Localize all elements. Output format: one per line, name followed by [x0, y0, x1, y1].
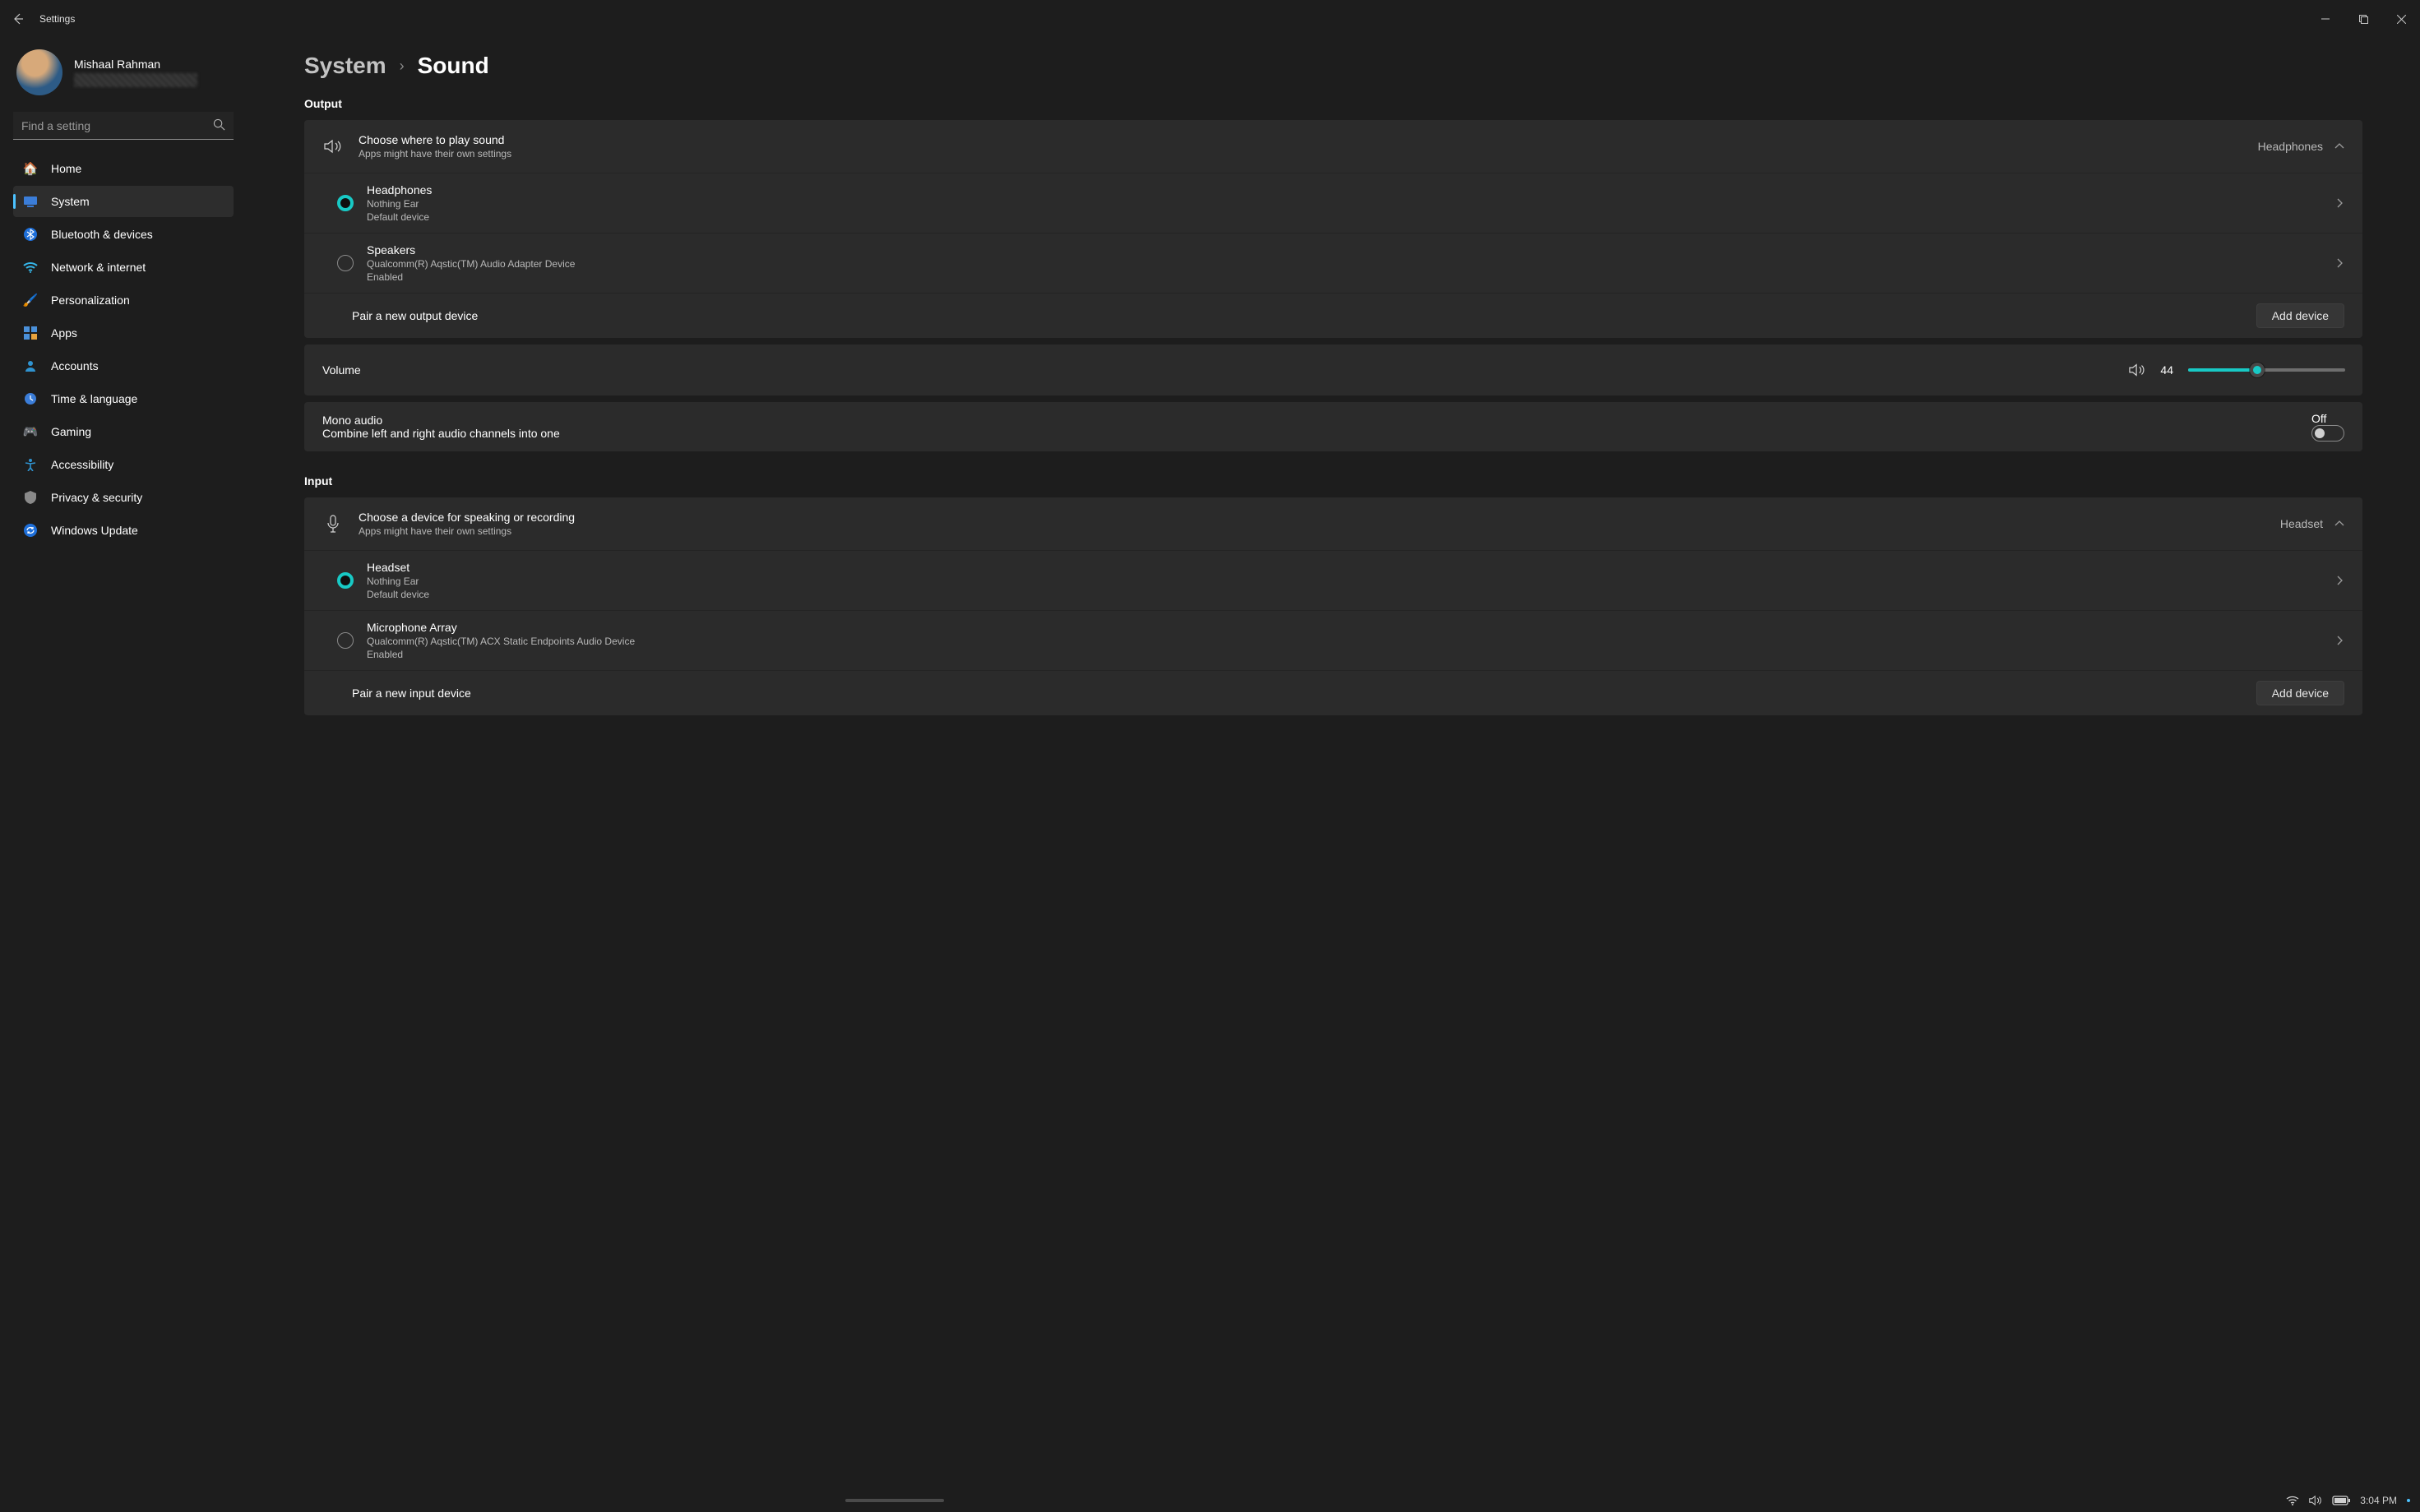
choose-output-sub: Apps might have their own settings [359, 148, 2243, 160]
titlebar: Settings [0, 0, 2420, 38]
chevron-right-icon: › [400, 58, 405, 75]
minimize-button[interactable] [2307, 0, 2344, 38]
sidebar: Mishaal Rahman 🏠Home System Bluetooth & … [0, 38, 247, 1489]
chevron-up-icon [2334, 519, 2344, 529]
chevron-right-icon [2334, 636, 2344, 645]
mono-audio-row[interactable]: Mono audio Combine left and right audio … [304, 402, 2362, 451]
breadcrumb-parent[interactable]: System [304, 53, 386, 79]
nav-system[interactable]: System [13, 186, 234, 217]
mono-state: Off [2311, 412, 2326, 425]
home-icon: 🏠 [23, 161, 38, 176]
choose-input-title: Choose a device for speaking or recordin… [359, 511, 2265, 524]
nav-update[interactable]: Windows Update [13, 515, 234, 546]
clock-icon [23, 391, 38, 406]
output-choose-group: Choose where to play sound Apps might ha… [304, 120, 2362, 338]
nav-bluetooth[interactable]: Bluetooth & devices [13, 219, 234, 250]
radio-selected-icon[interactable] [337, 572, 354, 589]
choose-input-sub: Apps might have their own settings [359, 525, 2265, 537]
volume-row: Volume 44 [304, 344, 2362, 395]
tray-time[interactable]: 3:04 PM [2360, 1495, 2397, 1506]
update-icon [23, 523, 38, 538]
nav-home[interactable]: 🏠Home [13, 153, 234, 184]
nav-accessibility[interactable]: Accessibility [13, 449, 234, 480]
input-device-micarray[interactable]: Microphone Array Qualcomm(R) Aqstic(TM) … [304, 610, 2362, 670]
volume-slider[interactable] [2188, 368, 2344, 372]
profile-sub-redacted [74, 73, 197, 87]
bluetooth-icon [23, 227, 38, 242]
nav-network[interactable]: Network & internet [13, 252, 234, 283]
system-tray[interactable]: 3:04 PM [2286, 1495, 2410, 1506]
search-icon [213, 118, 225, 131]
gaming-icon: 🎮 [23, 424, 38, 439]
output-device-speakers[interactable]: Speakers Qualcomm(R) Aqstic(TM) Audio Ad… [304, 233, 2362, 293]
pair-output-row: Pair a new output device Add device [304, 293, 2362, 338]
wifi-icon [23, 260, 38, 275]
mono-sub: Combine left and right audio channels in… [322, 427, 560, 440]
nav-personalization[interactable]: 🖌️Personalization [13, 284, 234, 316]
choose-output-title: Choose where to play sound [359, 133, 2243, 146]
app-title: Settings [39, 13, 75, 25]
mono-title: Mono audio [322, 414, 560, 427]
search-box[interactable] [13, 112, 234, 140]
avatar [16, 49, 62, 95]
nav-apps[interactable]: Apps [13, 317, 234, 349]
radio-selected-icon[interactable] [337, 195, 354, 211]
microphone-icon [322, 515, 344, 533]
tray-wifi-icon[interactable] [2286, 1496, 2299, 1505]
profile-block[interactable]: Mishaal Rahman [13, 38, 234, 112]
tray-battery-icon[interactable] [2332, 1496, 2350, 1505]
back-button[interactable] [0, 12, 36, 25]
pair-input-label: Pair a new input device [352, 687, 2242, 700]
chevron-right-icon [2334, 576, 2344, 585]
nav-gaming[interactable]: 🎮Gaming [13, 416, 234, 447]
accounts-icon [23, 358, 38, 373]
choose-output-row[interactable]: Choose where to play sound Apps might ha… [304, 120, 2362, 173]
volume-label: Volume [322, 363, 361, 377]
breadcrumb: System › Sound [304, 53, 2362, 79]
volume-icon[interactable] [2129, 363, 2145, 377]
tray-volume-icon[interactable] [2309, 1495, 2322, 1506]
content-area: System › Sound Output Choose where to pl… [247, 38, 2420, 1489]
maximize-button[interactable] [2344, 0, 2382, 38]
nav-privacy[interactable]: Privacy & security [13, 482, 234, 513]
input-heading: Input [304, 474, 2362, 488]
shield-icon [23, 490, 38, 505]
taskbar[interactable]: 3:04 PM [0, 1489, 2420, 1512]
pair-input-row: Pair a new input device Add device [304, 670, 2362, 715]
add-input-device-button[interactable]: Add device [2256, 681, 2344, 705]
tray-notification-dot[interactable] [2407, 1499, 2410, 1502]
pair-output-label: Pair a new output device [352, 309, 2242, 322]
brush-icon: 🖌️ [23, 293, 38, 307]
input-device-headset[interactable]: Headset Nothing Ear Default device [304, 550, 2362, 610]
choose-input-value: Headset [2280, 517, 2323, 530]
nav-time[interactable]: Time & language [13, 383, 234, 414]
choose-output-value: Headphones [2258, 140, 2323, 153]
choose-input-row[interactable]: Choose a device for speaking or recordin… [304, 497, 2362, 550]
mono-toggle[interactable] [2311, 425, 2344, 442]
nav-accounts[interactable]: Accounts [13, 350, 234, 381]
add-output-device-button[interactable]: Add device [2256, 303, 2344, 328]
system-icon [23, 194, 38, 209]
chevron-up-icon [2334, 141, 2344, 151]
nav-list: 🏠Home System Bluetooth & devices Network… [13, 153, 234, 546]
taskbar-handle[interactable] [845, 1499, 944, 1502]
volume-value: 44 [2160, 363, 2173, 377]
output-heading: Output [304, 97, 2362, 110]
close-button[interactable] [2382, 0, 2420, 38]
accessibility-icon [23, 457, 38, 472]
apps-icon [23, 326, 38, 340]
input-choose-group: Choose a device for speaking or recordin… [304, 497, 2362, 715]
output-device-headphones[interactable]: Headphones Nothing Ear Default device [304, 173, 2362, 233]
breadcrumb-current: Sound [418, 53, 489, 79]
radio-unselected-icon[interactable] [337, 632, 354, 649]
profile-name: Mishaal Rahman [74, 58, 197, 71]
search-input[interactable] [13, 112, 234, 140]
chevron-right-icon [2334, 258, 2344, 268]
chevron-right-icon [2334, 198, 2344, 208]
speaker-icon [322, 139, 344, 154]
radio-unselected-icon[interactable] [337, 255, 354, 271]
